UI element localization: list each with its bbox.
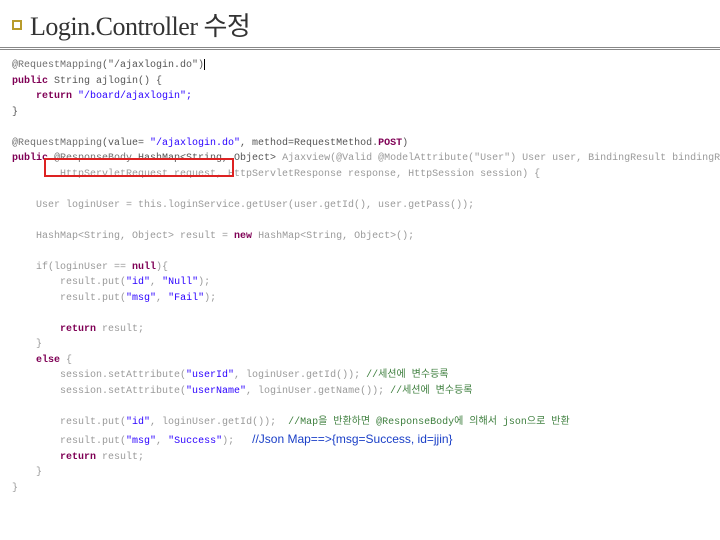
slide: Login.Controller 수정 @RequestMapping("/aj…: [0, 0, 720, 540]
code-block: @RequestMapping("/ajaxlogin.do") public …: [8, 54, 712, 500]
title-bar: Login.Controller 수정: [0, 0, 720, 50]
title-bullet-icon: [12, 20, 22, 30]
page-title: Login.Controller 수정: [30, 6, 250, 43]
json-note: //Json Map==>{msg=Success, id=jjin}: [252, 432, 452, 446]
